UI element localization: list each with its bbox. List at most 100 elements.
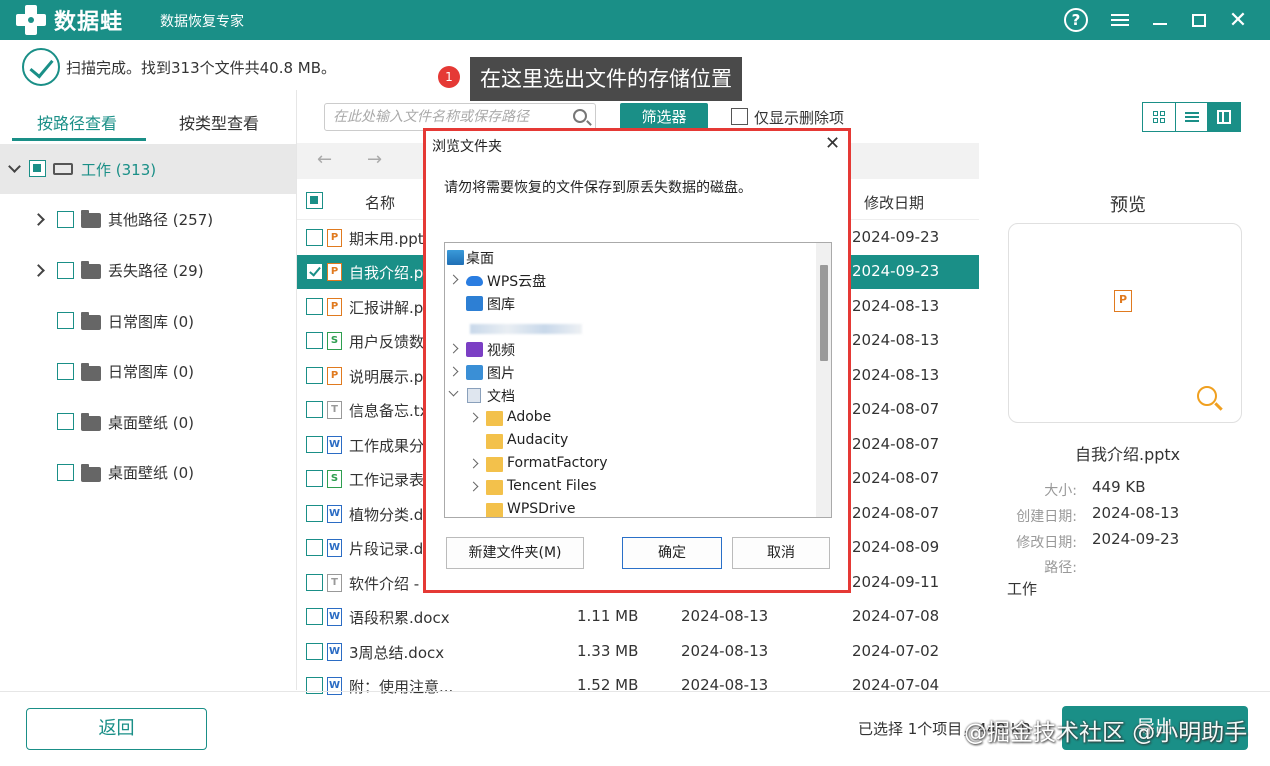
file-row-checkbox[interactable] <box>306 470 323 487</box>
column-name[interactable]: 名称 <box>365 192 395 213</box>
desktop-icon <box>447 250 464 265</box>
chevron-right-icon[interactable] <box>32 213 45 226</box>
only-deleted-checkbox[interactable] <box>731 108 748 125</box>
scan-status-text: 扫描完成。找到313个文件共40.8 MB。 <box>66 59 337 77</box>
file-row-checkbox[interactable] <box>306 229 323 246</box>
list-view-button[interactable] <box>1176 103 1209 131</box>
tree-item-label: 桌面壁纸 (0) <box>108 464 195 482</box>
file-modified: 2024-07-02 <box>852 642 940 660</box>
chevron-down-icon[interactable] <box>8 160 21 173</box>
preview-path-value: 工作 <box>1007 580 1038 598</box>
chevron-right-icon[interactable] <box>468 481 479 492</box>
search-input[interactable] <box>325 104 555 130</box>
chevron-right-icon[interactable] <box>32 264 45 277</box>
detail-view-icon <box>1217 110 1232 124</box>
logo-cross-icon <box>14 3 48 37</box>
preview-size-label: 大小: <box>1044 483 1077 499</box>
chevron-right-icon[interactable] <box>448 343 459 354</box>
close-icon[interactable]: ✕ <box>1224 6 1252 34</box>
folder-icon <box>486 411 503 426</box>
select-all-checkbox[interactable] <box>306 192 323 209</box>
menu-icon[interactable] <box>1106 6 1134 34</box>
search-icon[interactable] <box>573 109 587 123</box>
only-deleted-label[interactable]: 仅显示删除项 <box>754 107 844 128</box>
column-modified[interactable]: 修改日期 <box>864 192 924 213</box>
file-name: 期末用.pptx <box>349 230 433 248</box>
file-modified: 2024-09-11 <box>852 573 940 591</box>
file-name: 3周总结.docx <box>349 644 445 662</box>
folder-icon <box>81 464 101 482</box>
forward-arrow-icon[interactable]: → <box>367 149 382 170</box>
file-type-icon: P <box>327 298 342 316</box>
documents-icon <box>467 388 481 403</box>
tree-item-checkbox[interactable] <box>57 211 74 228</box>
zoom-icon[interactable] <box>1197 386 1217 406</box>
ok-button[interactable]: 确定 <box>622 537 722 569</box>
tree-item-checkbox[interactable] <box>57 464 74 481</box>
file-modified: 2024-08-07 <box>852 469 940 487</box>
file-row-checkbox[interactable] <box>306 505 323 522</box>
file-modified: 2024-07-08 <box>852 607 940 625</box>
search-box <box>324 103 596 131</box>
file-modified: 2024-08-07 <box>852 504 940 522</box>
cancel-button[interactable]: 取消 <box>732 537 830 569</box>
tree-item-checkbox[interactable] <box>57 262 74 279</box>
tab-by-type[interactable]: 按类型查看 <box>179 110 259 134</box>
file-row[interactable]: W 语段积累.docx 1.11 MB 2024-08-13 2024-07-08 <box>297 600 979 634</box>
back-button[interactable]: 返回 <box>26 708 207 750</box>
chevron-right-icon[interactable] <box>468 458 479 469</box>
file-row-checkbox[interactable] <box>306 436 323 453</box>
dialog-close-icon[interactable]: ✕ <box>825 133 840 154</box>
tree-item-checkbox[interactable] <box>57 413 74 430</box>
file-row-checkbox[interactable] <box>306 643 323 660</box>
file-type-icon: T <box>327 574 342 592</box>
chevron-down-icon[interactable] <box>448 386 459 397</box>
chevron-right-icon[interactable] <box>468 412 479 423</box>
file-row[interactable]: W 附：使用注意... 1.52 MB 2024-08-13 2024-07-04 <box>297 669 979 703</box>
file-name: 信息备忘.txt <box>349 402 435 420</box>
file-row-checkbox[interactable] <box>306 332 323 349</box>
thumbnail-view-button[interactable] <box>1143 103 1176 131</box>
minimize-icon[interactable] <box>1146 10 1174 38</box>
tree-item-checkbox[interactable] <box>57 312 74 329</box>
folder-label: WPSDrive <box>507 501 576 517</box>
folder-icon <box>81 363 101 381</box>
folder-label: 文档 <box>487 389 515 405</box>
file-row-checkbox[interactable] <box>306 539 323 556</box>
file-row-checkbox[interactable] <box>306 298 323 315</box>
tree-root-checkbox[interactable] <box>29 160 46 177</box>
back-arrow-icon[interactable]: ← <box>317 149 332 170</box>
detail-view-button[interactable] <box>1208 103 1241 131</box>
filter-button[interactable]: 筛选器 <box>620 103 708 131</box>
file-row[interactable]: W 3周总结.docx 1.33 MB 2024-08-13 2024-07-02 <box>297 635 979 669</box>
view-switcher <box>1142 102 1241 132</box>
chevron-right-icon[interactable] <box>448 366 459 377</box>
folder-tree: 桌面 WPS云盘 图库 视频 图片 文档 Adobe Audacity Form… <box>444 242 832 518</box>
view-mode-tabs: 按路径查看 按类型查看 <box>0 98 296 142</box>
file-row-checkbox[interactable] <box>306 401 323 418</box>
tree-item-checkbox[interactable] <box>57 363 74 380</box>
tab-by-path[interactable]: 按路径查看 <box>37 110 117 134</box>
file-row-checkbox[interactable] <box>306 367 323 384</box>
folder-icon <box>486 480 503 495</box>
file-modified: 2024-09-23 <box>852 228 940 246</box>
file-modified: 2024-08-13 <box>852 297 940 315</box>
chevron-right-icon[interactable] <box>448 274 459 285</box>
new-folder-button[interactable]: 新建文件夹(M) <box>446 537 584 569</box>
file-created: 2024-08-13 <box>681 642 769 660</box>
tree-root-work[interactable]: 工作 (313) <box>0 144 296 194</box>
scrollbar-thumb[interactable] <box>820 265 828 361</box>
file-row-checkbox[interactable] <box>306 574 323 591</box>
tree-item-label: 其他路径 (257) <box>108 211 214 229</box>
folder-tree-scrollbar[interactable] <box>816 243 831 517</box>
file-created: 2024-08-13 <box>681 607 769 625</box>
pictures-icon <box>466 365 483 380</box>
file-row-checkbox[interactable] <box>306 608 323 625</box>
maximize-icon[interactable] <box>1185 6 1213 34</box>
file-type-icon: W <box>327 608 342 626</box>
file-type-icon: S <box>327 470 342 488</box>
tip-step-badge: 1 <box>438 66 460 88</box>
preview-created-label: 创建日期: <box>1016 509 1077 525</box>
file-row-checkbox[interactable] <box>306 263 323 280</box>
help-icon[interactable]: ? <box>1064 8 1088 32</box>
